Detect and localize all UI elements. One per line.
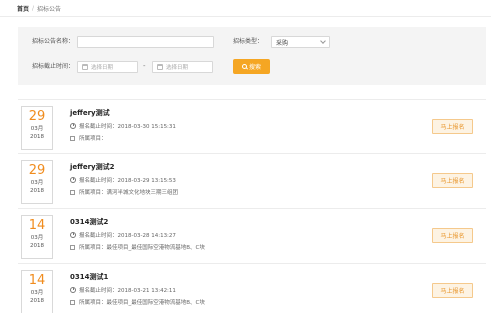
clock-icon (70, 177, 76, 183)
date-month: 03月 (30, 290, 44, 296)
date-day: 14 (28, 273, 46, 288)
date-box: 14 03月 2018 (21, 215, 53, 259)
item-project: 所属项目：最佳项目_最佳国际空港物流基地B、C块 (70, 298, 205, 306)
item-title[interactable]: jeffery测试2 (70, 162, 114, 172)
start-date-input[interactable]: 选择日期 (77, 61, 138, 73)
folder-icon (70, 135, 75, 141)
search-button[interactable]: 搜索 (233, 59, 270, 74)
date-day: 29 (28, 163, 46, 178)
clock-icon (70, 287, 76, 293)
date-box: 14 03月 2018 (21, 270, 53, 313)
search-button-label: 搜索 (248, 64, 261, 71)
date-year: 2018 (30, 134, 44, 140)
end-date-placeholder: 选择日期 (166, 65, 189, 71)
item-project: 所属项目： (70, 134, 107, 142)
list-item: 29 03月 2018 jeffery测试2 报名截止时间：2018-03-29… (18, 154, 486, 209)
item-project-text: 所属项目： (79, 136, 107, 142)
item-deadline: 报名截止时间：2018-03-29 13:15:53 (70, 176, 176, 184)
breadcrumb: 首页 / 招标公告 (17, 3, 61, 13)
end-date-input[interactable]: 选择日期 (152, 61, 213, 73)
date-day: 29 (28, 109, 46, 124)
item-deadline-text: 报名截止时间：2018-03-30 15:15:31 (79, 124, 176, 130)
date-month: 03月 (30, 235, 44, 241)
date-month: 03月 (30, 126, 44, 132)
date-box: 29 03月 2018 (21, 106, 53, 150)
item-project-text: 所属项目：满河半城文化地块三期三组团 (79, 190, 179, 196)
list-item: 14 03月 2018 0314测试2 报名截止时间：2018-03-28 14… (18, 209, 486, 264)
top-divider (0, 16, 491, 17)
date-year: 2018 (30, 188, 44, 194)
item-title[interactable]: 0314测试2 (70, 217, 108, 227)
item-deadline-text: 报名截止时间：2018-03-28 14:13:27 (79, 233, 176, 239)
breadcrumb-home[interactable]: 首页 (17, 4, 29, 13)
chevron-down-icon (320, 38, 326, 44)
item-title[interactable]: jeffery测试 (70, 108, 110, 118)
item-project: 所属项目：最佳项目_最佳国际空港物流基地B、C块 (70, 243, 205, 251)
calendar-icon (82, 64, 88, 70)
item-deadline: 报名截止时间：2018-03-21 13:42:11 (70, 286, 176, 294)
date-month: 03月 (30, 180, 44, 186)
clock-icon (70, 232, 76, 238)
apply-button[interactable]: 马上报名 (432, 228, 473, 243)
folder-icon (70, 189, 75, 195)
calendar-icon (157, 64, 163, 70)
folder-icon (70, 299, 75, 305)
breadcrumb-separator: / (32, 4, 35, 12)
type-label: 招标类型： (233, 38, 264, 45)
start-date-placeholder: 选择日期 (91, 65, 114, 71)
type-select-value: 采购 (276, 39, 289, 47)
name-label: 招标公告名称： (32, 38, 75, 45)
apply-button[interactable]: 马上报名 (432, 173, 473, 188)
list-item: 14 03月 2018 0314测试1 报名截止时间：2018-03-21 13… (18, 264, 486, 313)
item-title[interactable]: 0314测试1 (70, 272, 108, 282)
date-box: 29 03月 2018 (21, 160, 53, 204)
folder-icon (70, 244, 75, 250)
date-year: 2018 (30, 243, 44, 249)
item-project-text: 所属项目：最佳项目_最佳国际空港物流基地B、C块 (79, 245, 205, 251)
item-project-text: 所属项目：最佳项目_最佳国际空港物流基地B、C块 (79, 300, 205, 306)
item-deadline: 报名截止时间：2018-03-28 14:13:27 (70, 231, 176, 239)
breadcrumb-current: 招标公告 (37, 5, 62, 13)
date-day: 14 (28, 218, 46, 233)
clock-icon (70, 123, 76, 129)
date-year: 2018 (30, 298, 44, 304)
item-deadline-text: 报名截止时间：2018-03-29 13:15:53 (79, 178, 176, 184)
item-deadline: 报名截止时间：2018-03-30 15:15:31 (70, 122, 176, 130)
list-item: 29 03月 2018 jeffery测试 报名截止时间：2018-03-30 … (18, 99, 486, 154)
type-select[interactable]: 采购 (271, 36, 330, 48)
deadline-label: 招标截止时间： (32, 63, 75, 70)
item-deadline-text: 报名截止时间：2018-03-21 13:42:11 (79, 288, 176, 294)
item-project: 所属项目：满河半城文化地块三期三组团 (70, 188, 178, 196)
date-range-separator: - (143, 62, 146, 70)
name-input[interactable] (77, 36, 214, 48)
apply-button[interactable]: 马上报名 (432, 119, 473, 134)
apply-button[interactable]: 马上报名 (432, 283, 473, 298)
search-icon (241, 64, 247, 69)
